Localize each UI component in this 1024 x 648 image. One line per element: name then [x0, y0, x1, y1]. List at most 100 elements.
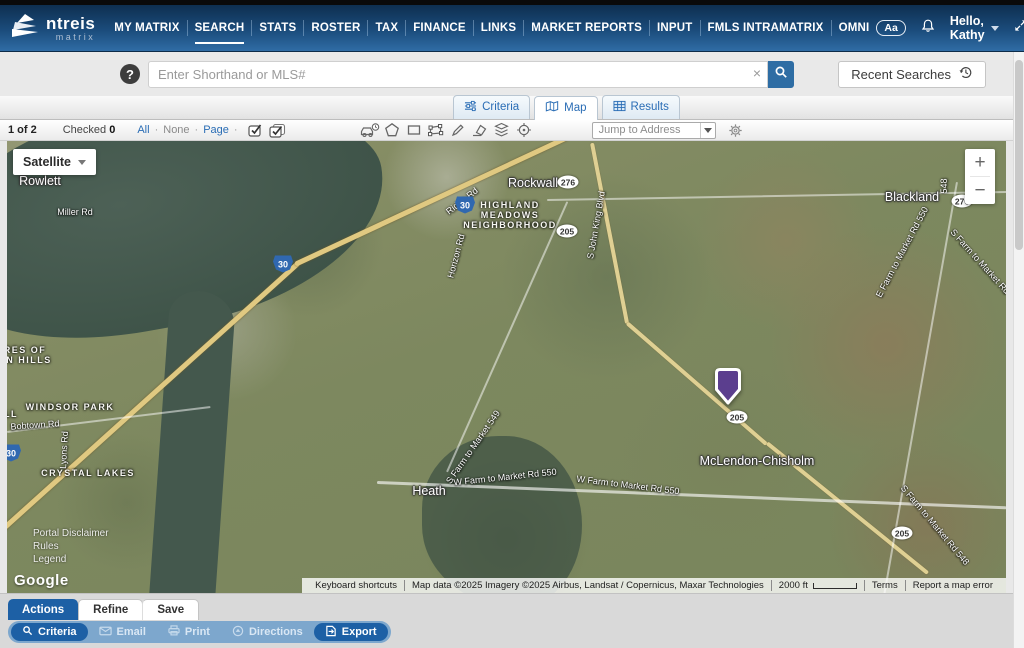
tab-results[interactable]: Results	[602, 95, 680, 119]
email-icon	[99, 626, 112, 639]
search-input[interactable]	[148, 61, 768, 88]
map-icon	[545, 100, 559, 115]
search-icon	[774, 65, 788, 84]
report-map-error-link[interactable]: Report a map error	[905, 580, 1000, 591]
map-data-credit: Map data ©2025 Imagery ©2025 Airbus, Lan…	[404, 580, 771, 591]
top-navbar: ntreis matrix MY MATRIXSEARCHSTATSROSTER…	[0, 5, 1024, 52]
recent-searches-button[interactable]: Recent Searches	[838, 61, 986, 88]
notifications-bell-icon[interactable]	[920, 18, 936, 39]
criteria-sliders-icon	[464, 100, 477, 115]
email-button[interactable]: Email	[88, 623, 157, 641]
nav-right-cluster: Aa Hello, Kathy	[876, 14, 1024, 42]
eraser-icon[interactable]	[470, 121, 490, 139]
logo-text-secondary: matrix	[46, 33, 95, 42]
portal-disclaimer-link[interactable]: Portal Disclaimer	[33, 528, 109, 539]
map-label: S Farm to Market Rd 550	[948, 227, 1006, 309]
rules-link[interactable]: Rules	[33, 541, 109, 552]
chevron-down-icon	[991, 26, 999, 31]
zoom-out-button[interactable]: −	[965, 177, 995, 204]
tab-actions[interactable]: Actions	[8, 599, 78, 620]
keyboard-shortcuts-link[interactable]: Keyboard shortcuts	[308, 580, 404, 591]
export-icon	[325, 625, 337, 640]
legend-link[interactable]: Legend	[33, 554, 109, 565]
layers-icon[interactable]	[492, 121, 512, 139]
proximity-target-icon[interactable]	[514, 121, 534, 139]
road-shield-205: 205	[892, 527, 913, 540]
search-submit-button[interactable]	[768, 61, 794, 88]
nav-item-roster[interactable]: ROSTER	[304, 20, 368, 36]
check-single-icon[interactable]	[246, 121, 266, 139]
tab-refine[interactable]: Refine	[78, 599, 143, 620]
nav-item-market-reports[interactable]: MARKET REPORTS	[524, 20, 650, 36]
help-icon[interactable]: ?	[120, 64, 140, 84]
search-icon	[22, 625, 33, 639]
map-scale: 2000 ft	[771, 580, 864, 591]
zoom-in-button[interactable]: +	[965, 149, 995, 176]
export-button[interactable]: Export	[314, 623, 388, 641]
shape-circle-icon[interactable]	[382, 121, 402, 139]
zoom-control: + −	[965, 149, 995, 204]
draw-pencil-icon[interactable]	[448, 121, 468, 139]
fullscreen-toggle-icon[interactable]	[1013, 18, 1024, 38]
nav-item-finance[interactable]: FINANCE	[406, 20, 474, 36]
print-button[interactable]: Print	[157, 623, 221, 641]
nav-item-my-matrix[interactable]: MY MATRIX	[107, 20, 187, 36]
map-canvas[interactable]: RowlettRockwallBlacklandHeathMcLendon-Ch…	[7, 141, 1006, 593]
chevron-down-icon	[78, 160, 86, 165]
shape-rectangle-icon[interactable]	[404, 121, 424, 139]
listing-marker-pin[interactable]	[713, 366, 743, 411]
page-scrollbar[interactable]	[1013, 52, 1024, 648]
criteria-button[interactable]: Criteria	[11, 623, 88, 641]
google-logo: Google	[14, 572, 69, 589]
map-label: Miller Rd	[57, 207, 93, 217]
road-shield-205: 205	[727, 411, 748, 424]
results-table-icon	[613, 100, 626, 115]
map-type-control[interactable]: Satellite	[13, 149, 96, 175]
select-page-link[interactable]: Page	[203, 124, 229, 136]
user-greeting[interactable]: Hello, Kathy	[950, 14, 999, 42]
nav-item-tax[interactable]: TAX	[368, 20, 406, 36]
map-attribution-bar: Keyboard shortcuts Map data ©2025 Imager…	[302, 578, 1006, 593]
nav-item-fmls-intramatrix[interactable]: FMLS INTRAMATRIX	[701, 20, 832, 36]
ntreis-matrix-logo[interactable]: ntreis matrix	[0, 13, 107, 44]
nav-item-search[interactable]: SEARCH	[188, 20, 253, 36]
map-label: E Farm to Market Rd 550	[874, 205, 930, 299]
directions-icon	[232, 625, 244, 640]
map-label: Rockwall	[508, 176, 558, 190]
map-label: S Farm to Market 549	[444, 408, 502, 485]
tab-criteria[interactable]: Criteria	[453, 95, 530, 119]
nav-item-input[interactable]: INPUT	[650, 20, 701, 36]
nav-item-stats[interactable]: STATS	[252, 20, 304, 36]
scrollbar-thumb[interactable]	[1015, 60, 1023, 250]
map-label: RES OF RN HILLS	[7, 345, 52, 365]
road-shield-276: 276	[558, 176, 579, 189]
tab-save[interactable]: Save	[142, 599, 199, 620]
map-label: LL	[7, 409, 18, 419]
nav-item-omni[interactable]: OMNI	[832, 20, 877, 36]
map-label: 548	[939, 178, 949, 193]
map-label: Rowlett	[19, 174, 61, 188]
select-all-link[interactable]: All	[137, 124, 149, 136]
nav-menu: MY MATRIXSEARCHSTATSROSTERTAXFINANCELINK…	[107, 5, 876, 51]
history-icon	[958, 65, 973, 83]
check-multiple-icon[interactable]	[268, 121, 288, 139]
font-size-button[interactable]: Aa	[876, 20, 905, 36]
map-label: HIGHLAND MEADOWS NEIGHBORHOOD	[463, 200, 557, 230]
terms-link[interactable]: Terms	[864, 580, 905, 591]
map-label: S Farm to Market Rd 548	[899, 483, 972, 567]
tab-map[interactable]: Map	[534, 96, 597, 120]
map-settings-gear-icon[interactable]	[726, 121, 746, 139]
clear-search-icon[interactable]: ×	[753, 66, 761, 80]
drive-time-icon[interactable]	[360, 121, 380, 139]
nav-item-links[interactable]: LINKS	[474, 20, 525, 36]
jump-to-address-select[interactable]: Jump to Address	[592, 122, 716, 139]
checked-count: Checked 0	[63, 124, 116, 136]
road-shield-30: 30	[7, 445, 21, 462]
map-label: Heath	[412, 484, 445, 498]
shape-polygon-icon[interactable]	[426, 121, 446, 139]
printer-icon	[168, 625, 180, 639]
map-label: McLendon-Chisholm	[700, 454, 815, 468]
map-label: Ridge Rd	[444, 186, 480, 217]
directions-button[interactable]: Directions	[221, 623, 314, 641]
select-none-link[interactable]: None	[163, 124, 189, 136]
